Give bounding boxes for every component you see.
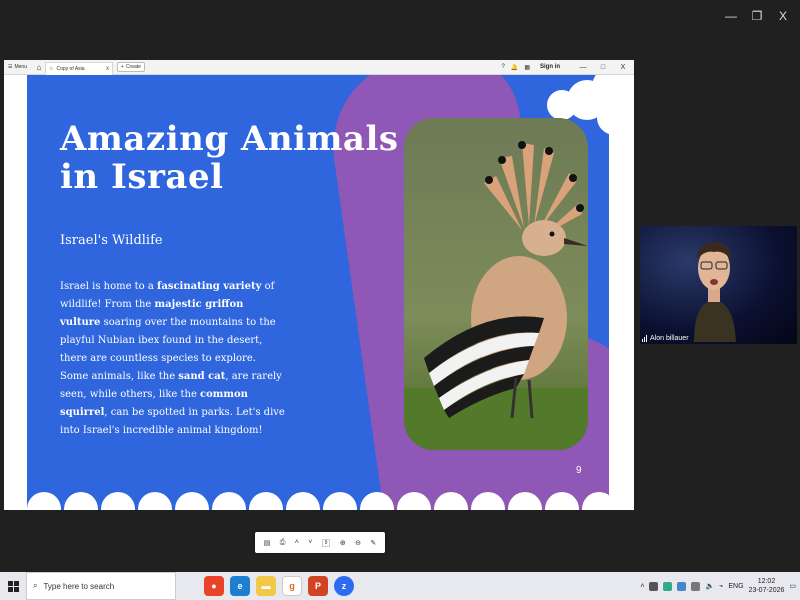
browser-right-controls: ? 🔔 ▦ Sign in — □ X	[502, 64, 635, 71]
close-button[interactable]: X	[770, 6, 796, 26]
hoopoe-bird-illustration	[404, 118, 588, 450]
signal-icon	[642, 335, 647, 342]
language-indicator[interactable]: ENG	[728, 583, 743, 590]
chevron-up-icon[interactable]: ˄	[640, 583, 644, 590]
scallop	[249, 492, 283, 510]
tray-app-icon[interactable]	[691, 581, 701, 591]
body-highlight: fascinating variety	[157, 281, 262, 292]
tab-close-icon[interactable]: x	[106, 66, 109, 72]
scallop	[64, 492, 98, 510]
create-button[interactable]: + Create	[117, 62, 145, 72]
tab-copy-of-asia[interactable]: ☆ Copy of Asia x	[45, 61, 113, 75]
network-icon[interactable]: ⌁	[719, 582, 723, 590]
title-line-1: Amazing Animals	[60, 119, 399, 159]
scallop	[545, 492, 579, 510]
scallop	[138, 492, 172, 510]
help-icon[interactable]: ?	[502, 64, 505, 70]
browser-minimize-button[interactable]: —	[576, 64, 590, 71]
windows-start-icon[interactable]	[0, 572, 26, 600]
scallop	[101, 492, 135, 510]
participant-name: Alon billauer	[650, 335, 689, 342]
tray-app-icon[interactable]	[663, 581, 673, 591]
slide-body-text: Israel is home to a fascinating variety …	[60, 278, 285, 440]
volume-icon[interactable]: 🔈	[705, 582, 714, 590]
taskbar-apps: ● e ▬ g P z	[204, 576, 354, 596]
presenter-toolbar: ▤ ⎙ ˄ ˅ 9 ⊕ ⊖ ✎	[255, 532, 385, 553]
chrome-icon[interactable]: ●	[204, 576, 224, 596]
notes-icon[interactable]: ▤	[264, 539, 271, 547]
clock-time: 12:02	[757, 578, 776, 585]
clock-date: 23-07-2026	[748, 587, 785, 594]
notification-icon[interactable]: 🔔	[511, 64, 518, 71]
title-line-2: in Israel	[60, 157, 224, 197]
zoom-out-icon[interactable]: ⊖	[355, 539, 361, 547]
notifications-icon[interactable]: ▭	[789, 582, 796, 590]
slide-page-number: 9	[576, 465, 582, 476]
sign-in-link[interactable]: Sign in	[536, 64, 570, 70]
minimize-button[interactable]: —	[718, 6, 744, 26]
powerpoint-icon[interactable]: P	[308, 576, 328, 596]
chevron-down-icon[interactable]: ˅	[308, 539, 312, 546]
browser-window: ☰ Menu ⌂ ☆ Copy of Asia x + Create ? 🔔 ▦…	[4, 60, 634, 553]
search-placeholder: Type here to search	[43, 581, 115, 591]
windows-taskbar: ⌕ Type here to search ● e ▬ g P z ˄ 🔈 ⌁ …	[0, 572, 800, 600]
zoom-icon[interactable]: z	[334, 576, 354, 596]
scallop	[582, 492, 609, 510]
taskbar-search[interactable]: ⌕ Type here to search	[26, 572, 176, 600]
body-highlight: sand cat	[178, 371, 226, 382]
page-input[interactable]: 9	[321, 538, 331, 547]
tab-bar: ☰ Menu ⌂ ☆ Copy of Asia x + Create ? 🔔 ▦…	[4, 60, 634, 75]
scallop	[323, 492, 357, 510]
scallop	[471, 492, 505, 510]
hamburger-icon: ☰	[8, 64, 13, 70]
search-icon: ⌕	[33, 581, 38, 590]
pointer-icon[interactable]: ✎	[370, 539, 376, 547]
print-icon[interactable]: ⎙	[280, 539, 286, 547]
scallop-border	[27, 490, 609, 510]
scallop	[175, 492, 209, 510]
scallop	[360, 492, 394, 510]
menu-label: Menu	[14, 64, 27, 70]
participant-avatar	[694, 242, 736, 342]
scallop	[286, 492, 320, 510]
tray-app-icon[interactable]	[677, 581, 687, 591]
zoom-in-icon[interactable]: ⊕	[340, 539, 346, 547]
slide-left-margin	[4, 75, 27, 510]
body-text: Israel is home to a	[60, 281, 158, 292]
outer-window-controls: — ❐ X	[718, 6, 796, 26]
participant-label: Alon billauer	[642, 335, 689, 342]
participant-video-tile[interactable]: Alon billauer	[640, 226, 797, 344]
apps-icon[interactable]: ▦	[524, 64, 530, 71]
scallop	[434, 492, 468, 510]
menu-button[interactable]: ☰ Menu	[4, 64, 33, 70]
scallop	[212, 492, 246, 510]
scallop	[508, 492, 542, 510]
app-icon[interactable]: g	[282, 576, 302, 596]
slide-title: Amazing Animals in Israel	[60, 120, 399, 196]
browser-close-button[interactable]: X	[616, 64, 630, 71]
slide-subtitle: Israel's Wildlife	[60, 233, 163, 248]
tab-title: Copy of Asia	[56, 65, 85, 72]
presentation-slide: Amazing Animals in Israel Israel's Wildl…	[27, 75, 609, 510]
plus-icon: +	[121, 64, 124, 70]
create-label: Create	[125, 64, 141, 70]
clock[interactable]: 12:02 23-07-2026	[749, 577, 785, 595]
home-icon[interactable]: ⌂	[33, 63, 45, 72]
edge-icon[interactable]: e	[230, 576, 250, 596]
slide-right-margin	[609, 75, 634, 510]
file-explorer-icon[interactable]: ▬	[256, 576, 276, 596]
browser-maximize-button[interactable]: □	[596, 64, 610, 71]
chevron-up-icon[interactable]: ˄	[295, 539, 299, 546]
hoopoe-bird-photo	[404, 118, 588, 450]
tray-app-icon[interactable]	[649, 581, 659, 591]
star-icon: ☆	[49, 65, 54, 72]
system-tray: ˄ 🔈 ⌁ ENG 12:02 23-07-2026 ▭	[640, 577, 800, 595]
restore-button[interactable]: ❐	[744, 6, 770, 26]
scallop	[397, 492, 431, 510]
scallop	[27, 492, 61, 510]
